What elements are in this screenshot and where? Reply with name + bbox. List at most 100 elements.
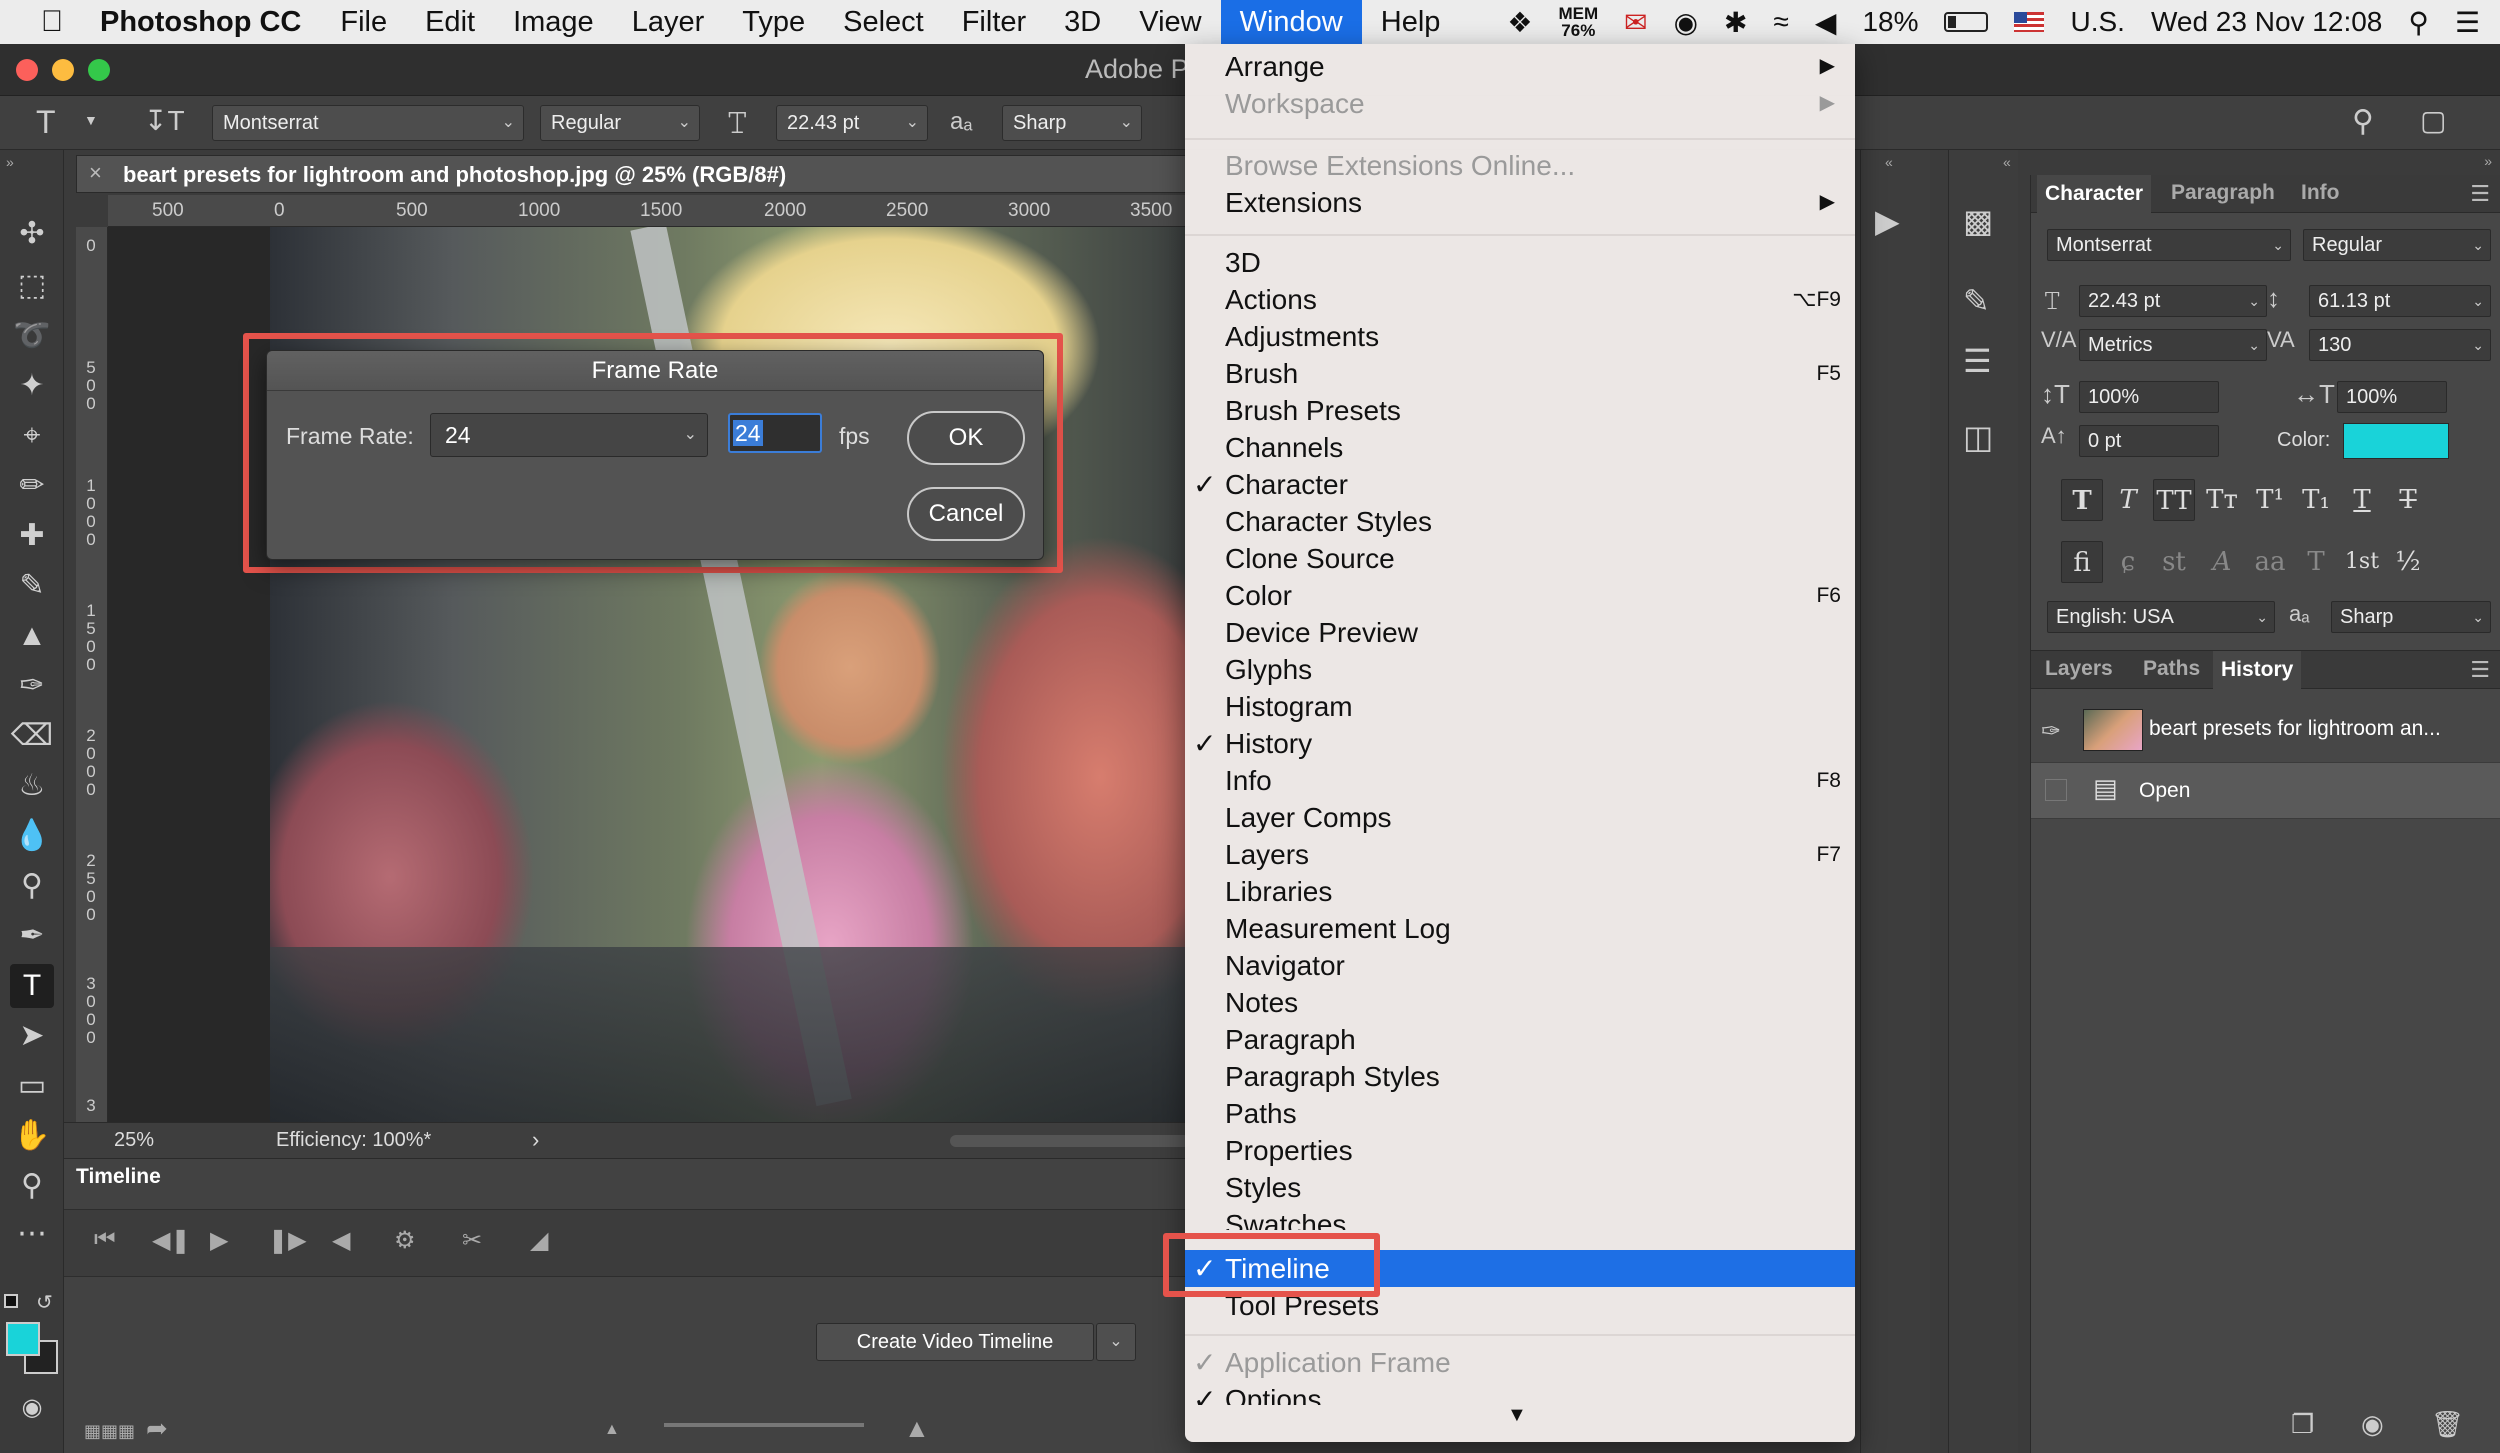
horizontal-ruler[interactable]: 500 0 500 1000 1500 2000 2500 3000 3500 xyxy=(108,195,1190,227)
menu-type[interactable]: Type xyxy=(723,0,824,44)
hand-tool-icon[interactable]: ✋ xyxy=(10,1114,54,1158)
all-caps-button[interactable]: TT xyxy=(2153,479,2195,521)
chevron-down-icon[interactable]: ▼ xyxy=(84,112,98,128)
menu-item-info[interactable]: Info F8 xyxy=(1185,762,1855,799)
menu-edit[interactable]: Edit xyxy=(406,0,494,44)
menu-item-brush[interactable]: Brush F5 xyxy=(1185,355,1855,392)
glyphs-panel-icon[interactable]: ◫ xyxy=(1963,418,1993,456)
faux-italic-button[interactable]: T xyxy=(2107,479,2149,521)
menu-item-channels[interactable]: Channels xyxy=(1185,429,1855,466)
memory-monitor[interactable]: MEM 76% xyxy=(1558,5,1598,39)
strikethrough-button[interactable]: T xyxy=(2387,479,2429,521)
transition-icon[interactable]: ◢ xyxy=(530,1226,548,1255)
battery-icon[interactable] xyxy=(1944,12,1989,32)
status-menu-arrow-icon[interactable]: › xyxy=(532,1127,539,1153)
audio-icon[interactable]: ◀ xyxy=(332,1226,350,1255)
timeline-type-dropdown[interactable]: ⌄ xyxy=(1096,1323,1136,1361)
foreground-color-swatch[interactable] xyxy=(6,1322,40,1356)
minimize-window-button[interactable] xyxy=(52,59,74,81)
tab-layers[interactable]: Layers xyxy=(2045,657,2113,681)
zoom-in-mountain-icon[interactable]: ▲ xyxy=(904,1413,930,1444)
menu-item-clone-source[interactable]: Clone Source xyxy=(1185,540,1855,577)
play-action-icon[interactable]: ▶ xyxy=(1875,202,1900,240)
ordinals-button[interactable]: 1st xyxy=(2341,541,2383,583)
close-window-button[interactable] xyxy=(16,59,38,81)
tab-history[interactable]: History xyxy=(2213,651,2302,689)
menu-view[interactable]: View xyxy=(1120,0,1220,44)
marquee-tool-icon[interactable]: ⬚ xyxy=(10,264,54,308)
pen-tool-icon[interactable]: ✒ xyxy=(10,914,54,958)
menu-item-arrange[interactable]: Arrange ▶ xyxy=(1185,48,1855,85)
menu-layer[interactable]: Layer xyxy=(613,0,724,44)
menu-item-adjustments[interactable]: Adjustments xyxy=(1185,318,1855,355)
wifi-icon[interactable]: ≈ xyxy=(1774,6,1789,38)
menu-file[interactable]: File xyxy=(321,0,406,44)
document-tab[interactable]: × beart presets for lightroom and photos… xyxy=(76,155,1186,193)
play-icon[interactable]: ▶ xyxy=(210,1226,228,1255)
new-snapshot-camera-icon[interactable]: ◉ xyxy=(2361,1409,2384,1440)
bluetooth-icon[interactable]: ✱ xyxy=(1724,6,1747,39)
apple-icon[interactable]:  xyxy=(22,5,82,39)
tab-paths[interactable]: Paths xyxy=(2143,657,2200,681)
language-select[interactable]: English: USA ⌄ xyxy=(2047,601,2275,633)
menu-item-glyphs[interactable]: Glyphs xyxy=(1185,651,1855,688)
font-style-select[interactable]: Regular ⌄ xyxy=(540,105,700,141)
menu-item-styles[interactable]: Styles xyxy=(1185,1169,1855,1206)
history-brush-tool-icon[interactable]: ✑ xyxy=(10,664,54,708)
us-flag-icon[interactable] xyxy=(2014,12,2045,32)
menu-item-brush-presets[interactable]: Brush Presets xyxy=(1185,392,1855,429)
cancel-button[interactable]: Cancel xyxy=(907,487,1025,541)
go-to-first-frame-icon[interactable]: ⏮ xyxy=(94,1226,116,1254)
menu-item-color[interactable]: Color F6 xyxy=(1185,577,1855,614)
menu-item-notes[interactable]: Notes xyxy=(1185,984,1855,1021)
rectangle-tool-icon[interactable]: ▭ xyxy=(10,1064,54,1108)
lasso-tool-icon[interactable]: ➰ xyxy=(10,314,54,358)
collapse-tools-icon[interactable]: » xyxy=(6,154,14,170)
ligatures-button[interactable]: fi xyxy=(2061,541,2103,583)
discretionary-ligatures-button[interactable]: st xyxy=(2153,541,2195,583)
char-font-family-select[interactable]: Montserrat ⌄ xyxy=(2047,229,2291,261)
frame-rate-select[interactable]: 24 ⌄ xyxy=(430,413,708,457)
zoom-level[interactable]: 25% xyxy=(114,1129,154,1152)
move-tool-icon[interactable]: ✣ xyxy=(10,212,54,256)
more-tools-icon[interactable]: ⋯ xyxy=(10,1212,54,1256)
menu-item-navigator[interactable]: Navigator xyxy=(1185,947,1855,984)
menu-image[interactable]: Image xyxy=(494,0,613,44)
menu-item-properties[interactable]: Properties xyxy=(1185,1132,1855,1169)
previous-frame-icon[interactable]: ◀❚ xyxy=(152,1226,191,1255)
old-style-button[interactable]: ɕ xyxy=(2107,541,2149,583)
history-snapshot-row[interactable]: ✑ beart presets for lightroom an... xyxy=(2031,701,2500,763)
history-state-row[interactable]: ▤ Open xyxy=(2031,763,2500,819)
app-menu[interactable]: Photoshop CC xyxy=(100,6,301,39)
menu-item-measurement-log[interactable]: Measurement Log xyxy=(1185,910,1855,947)
char-font-size-field[interactable]: 22.43 pt ⌄ xyxy=(2079,285,2267,317)
eraser-tool-icon[interactable]: ⌫ xyxy=(10,714,54,758)
zoom-window-button[interactable] xyxy=(88,59,110,81)
menu-item-device-preview[interactable]: Device Preview xyxy=(1185,614,1855,651)
char-leading-field[interactable]: 61.13 pt ⌄ xyxy=(2309,285,2491,317)
char-baseline-field[interactable]: 0 pt xyxy=(2079,425,2219,457)
subscript-button[interactable]: T₁ xyxy=(2295,479,2337,521)
menu-item-character[interactable]: ✓ Character xyxy=(1185,466,1855,503)
workspace-switcher-icon[interactable]: ▢ xyxy=(2420,104,2446,137)
char-hscale-field[interactable]: 100% xyxy=(2337,381,2447,413)
next-frame-icon[interactable]: ❚▶ xyxy=(268,1226,307,1255)
timeline-tab[interactable]: Timeline xyxy=(76,1165,161,1189)
history-brush-source-icon[interactable]: ✑ xyxy=(2041,717,2061,746)
split-scissors-icon[interactable]: ✂ xyxy=(462,1226,482,1255)
path-selection-tool-icon[interactable]: ➤ xyxy=(10,1014,54,1058)
evernote-icon[interactable]: ◉ xyxy=(1674,6,1698,39)
vertical-ruler[interactable]: 0 5 0 0 1 0 0 0 1 5 0 0 2 0 0 0 2 5 0 0 … xyxy=(76,227,108,1127)
paint-bucket-tool-icon[interactable]: ♨ xyxy=(10,764,54,808)
menu-3d[interactable]: 3D xyxy=(1045,0,1120,44)
collapse-panel-icon[interactable]: » xyxy=(2484,153,2492,169)
swash-button[interactable]: A xyxy=(2201,541,2243,583)
clock[interactable]: Wed 23 Nov 12:08 xyxy=(2151,6,2382,38)
settings-gear-icon[interactable]: ⚙ xyxy=(394,1226,416,1255)
menu-item-paragraph-styles[interactable]: Paragraph Styles xyxy=(1185,1058,1855,1095)
underline-button[interactable]: T xyxy=(2341,479,2383,521)
menu-item-libraries[interactable]: Libraries xyxy=(1185,873,1855,910)
spotlight-search-icon[interactable]: ⚲ xyxy=(2408,6,2429,39)
create-video-timeline-button[interactable]: Create Video Timeline xyxy=(816,1323,1094,1361)
menu-item-layer-comps[interactable]: Layer Comps xyxy=(1185,799,1855,836)
